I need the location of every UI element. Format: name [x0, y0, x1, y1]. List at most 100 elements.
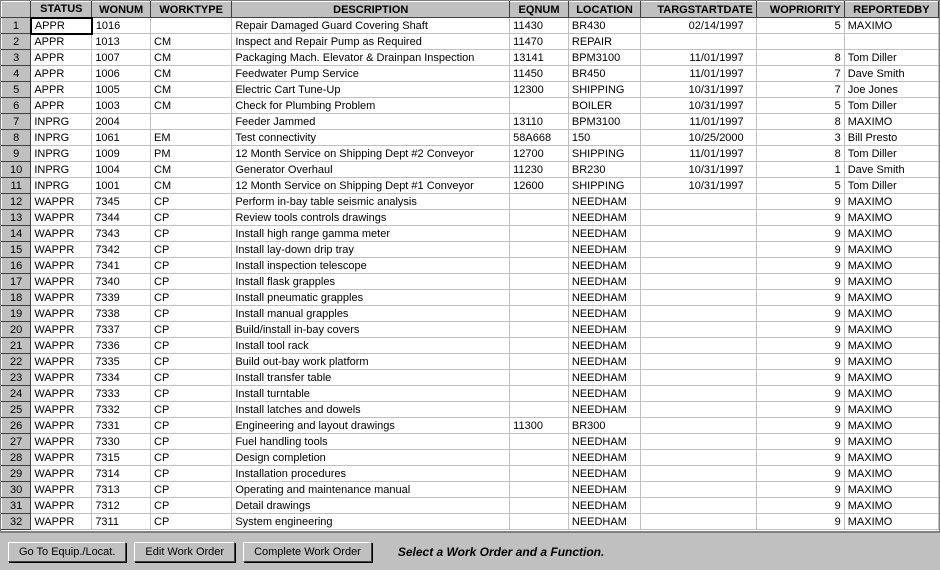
row-header[interactable]: 32: [2, 514, 31, 530]
cell-eqnum[interactable]: [510, 402, 569, 418]
row-header[interactable]: 26: [2, 418, 31, 434]
cell-status[interactable]: WAPPR: [31, 514, 92, 530]
cell-reportedby[interactable]: MAXIMO: [844, 370, 938, 386]
cell-description[interactable]: Installation procedures: [232, 466, 510, 482]
row-header[interactable]: 17: [2, 274, 31, 290]
cell-worktype[interactable]: [151, 18, 232, 34]
cell-status[interactable]: APPR: [31, 34, 92, 50]
cell-reportedby[interactable]: MAXIMO: [844, 226, 938, 242]
cell-eqnum[interactable]: 11470: [510, 34, 569, 50]
cell-worktype[interactable]: CP: [151, 418, 232, 434]
cell-eqnum[interactable]: [510, 354, 569, 370]
cell-wopriority[interactable]: 9: [756, 354, 844, 370]
cell-wonum[interactable]: 1007: [92, 50, 151, 66]
table-row[interactable]: 23WAPPR7334CPInstall transfer tableNEEDH…: [2, 370, 939, 386]
table-row[interactable]: 7INPRG2004Feeder Jammed13110BPM310011/01…: [2, 114, 939, 130]
cell-wonum[interactable]: 7343: [92, 226, 151, 242]
cell-location[interactable]: NEEDHAM: [568, 274, 640, 290]
cell-reportedby[interactable]: MAXIMO: [844, 514, 938, 530]
cell-location[interactable]: BR300: [568, 418, 640, 434]
cell-status[interactable]: WAPPR: [31, 194, 92, 210]
cell-reportedby[interactable]: Tom Diller: [844, 98, 938, 114]
table-row[interactable]: 21WAPPR7336CPInstall tool rackNEEDHAM9MA…: [2, 338, 939, 354]
cell-worktype[interactable]: CP: [151, 274, 232, 290]
cell-eqnum[interactable]: [510, 226, 569, 242]
cell-wonum[interactable]: 1001: [92, 178, 151, 194]
cell-worktype[interactable]: [151, 114, 232, 130]
cell-targstartdate[interactable]: [641, 498, 757, 514]
cell-description[interactable]: Feedwater Pump Service: [232, 66, 510, 82]
cell-description[interactable]: Build out-bay work platform: [232, 354, 510, 370]
table-row[interactable]: 8INPRG1061EMTest connectivity58A66815010…: [2, 130, 939, 146]
cell-reportedby[interactable]: MAXIMO: [844, 402, 938, 418]
cell-wopriority[interactable]: 3: [756, 130, 844, 146]
cell-description[interactable]: Fuel handling tools: [232, 434, 510, 450]
row-header[interactable]: 25: [2, 402, 31, 418]
cell-targstartdate[interactable]: [641, 258, 757, 274]
cell-status[interactable]: WAPPR: [31, 306, 92, 322]
cell-wonum[interactable]: 7344: [92, 210, 151, 226]
col-header-worktype[interactable]: WORKTYPE: [151, 2, 232, 18]
cell-wonum[interactable]: 7333: [92, 386, 151, 402]
cell-location[interactable]: BR450: [568, 66, 640, 82]
cell-location[interactable]: BPM3100: [568, 50, 640, 66]
table-row[interactable]: 14WAPPR7343CPInstall high range gamma me…: [2, 226, 939, 242]
cell-location[interactable]: NEEDHAM: [568, 338, 640, 354]
row-header[interactable]: 20: [2, 322, 31, 338]
cell-description[interactable]: Engineering and layout drawings: [232, 418, 510, 434]
cell-reportedby[interactable]: Joe Jones: [844, 82, 938, 98]
cell-wonum[interactable]: 1016: [92, 18, 151, 34]
cell-wonum[interactable]: 1009: [92, 146, 151, 162]
cell-status[interactable]: APPR: [31, 98, 92, 114]
cell-reportedby[interactable]: MAXIMO: [844, 290, 938, 306]
row-header[interactable]: 27: [2, 434, 31, 450]
cell-reportedby[interactable]: MAXIMO: [844, 242, 938, 258]
cell-description[interactable]: Install inspection telescope: [232, 258, 510, 274]
cell-reportedby[interactable]: MAXIMO: [844, 386, 938, 402]
table-row[interactable]: 4APPR1006CMFeedwater Pump Service11450BR…: [2, 66, 939, 82]
cell-worktype[interactable]: CP: [151, 370, 232, 386]
cell-eqnum[interactable]: [510, 274, 569, 290]
table-row[interactable]: 15WAPPR7342CPInstall lay-down drip trayN…: [2, 242, 939, 258]
row-header[interactable]: 10: [2, 162, 31, 178]
cell-status[interactable]: INPRG: [31, 162, 92, 178]
cell-status[interactable]: APPR: [31, 50, 92, 66]
cell-wopriority[interactable]: 8: [756, 114, 844, 130]
cell-status[interactable]: WAPPR: [31, 466, 92, 482]
row-header[interactable]: 5: [2, 82, 31, 98]
col-header-description[interactable]: DESCRIPTION: [232, 2, 510, 18]
cell-description[interactable]: Review tools controls drawings: [232, 210, 510, 226]
cell-worktype[interactable]: CP: [151, 210, 232, 226]
row-header[interactable]: 13: [2, 210, 31, 226]
col-header-eqnum[interactable]: EQNUM: [510, 2, 569, 18]
table-row[interactable]: 17WAPPR7340CPInstall flask grapplesNEEDH…: [2, 274, 939, 290]
cell-reportedby[interactable]: Tom Diller: [844, 50, 938, 66]
cell-worktype[interactable]: CP: [151, 258, 232, 274]
cell-description[interactable]: Feeder Jammed: [232, 114, 510, 130]
row-header[interactable]: 14: [2, 226, 31, 242]
cell-location[interactable]: NEEDHAM: [568, 322, 640, 338]
cell-reportedby[interactable]: Bill Presto: [844, 130, 938, 146]
cell-wonum[interactable]: 7330: [92, 434, 151, 450]
table-row[interactable]: 18WAPPR7339CPInstall pneumatic grapplesN…: [2, 290, 939, 306]
cell-reportedby[interactable]: MAXIMO: [844, 210, 938, 226]
cell-targstartdate[interactable]: [641, 386, 757, 402]
edit-work-order-button[interactable]: Edit Work Order: [134, 542, 235, 562]
cell-worktype[interactable]: CP: [151, 354, 232, 370]
cell-status[interactable]: WAPPR: [31, 370, 92, 386]
cell-reportedby[interactable]: MAXIMO: [844, 306, 938, 322]
cell-eqnum[interactable]: 11450: [510, 66, 569, 82]
cell-description[interactable]: Install latches and dowels: [232, 402, 510, 418]
cell-reportedby[interactable]: MAXIMO: [844, 434, 938, 450]
cell-wonum[interactable]: 7314: [92, 466, 151, 482]
col-header-reportedby[interactable]: REPORTEDBY: [844, 2, 938, 18]
cell-location[interactable]: BR230: [568, 162, 640, 178]
cell-description[interactable]: Check for Plumbing Problem: [232, 98, 510, 114]
cell-eqnum[interactable]: 11430: [510, 18, 569, 34]
cell-description[interactable]: Detail drawings: [232, 498, 510, 514]
cell-status[interactable]: WAPPR: [31, 322, 92, 338]
cell-status[interactable]: WAPPR: [31, 338, 92, 354]
cell-eqnum[interactable]: 11230: [510, 162, 569, 178]
cell-status[interactable]: INPRG: [31, 146, 92, 162]
cell-wonum[interactable]: 7312: [92, 498, 151, 514]
